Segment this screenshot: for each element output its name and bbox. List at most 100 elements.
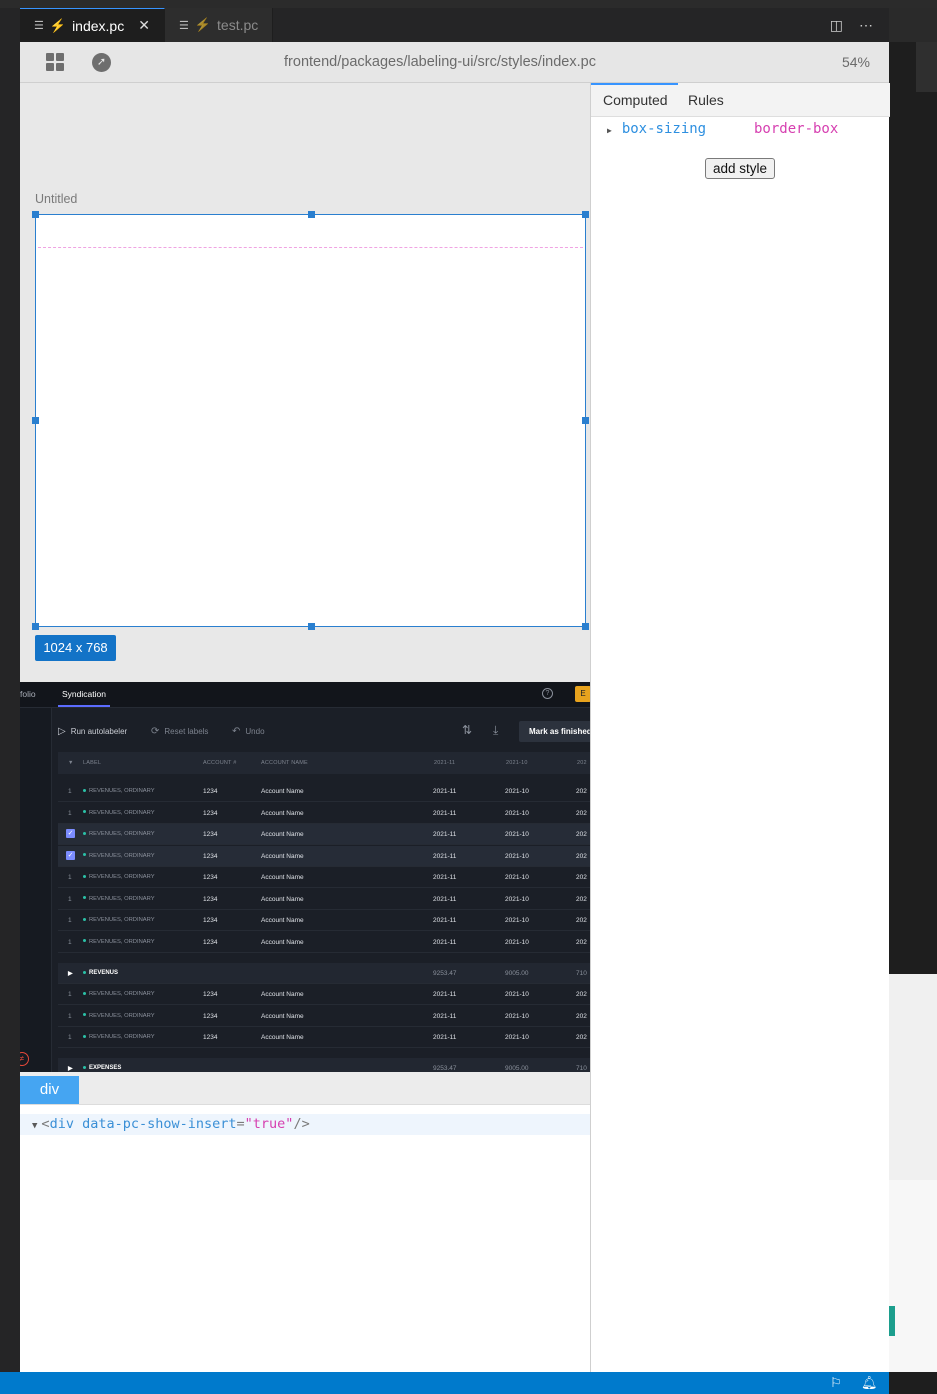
bolt-icon: ⚡ [194, 17, 212, 32]
period-value: 2021-11 [433, 788, 457, 795]
window-top-strip [0, 0, 937, 8]
nav-item-portfolio[interactable]: folio [20, 689, 36, 699]
checkbox-checked-icon[interactable]: ✓ [66, 850, 75, 860]
row-label: REVENUES, ORDINARY [89, 874, 155, 880]
more-actions-icon[interactable]: ⋯ [859, 17, 873, 34]
caret-right-icon[interactable]: ▶ [607, 126, 612, 135]
table-row[interactable]: 1 REVENUES, ORDINARY 1234 Account Name 2021-… [58, 803, 590, 824]
column-header: 2021-11 [434, 760, 456, 766]
expand-icon[interactable]: ▶ [68, 1065, 73, 1072]
resize-handle[interactable] [582, 623, 589, 630]
nav-item-syndication[interactable]: Syndication [62, 689, 106, 699]
table-row[interactable]: 1 REVENUES, ORDINARY 1234 Account Name 2021-… [58, 867, 590, 888]
tab-rules[interactable]: Rules [688, 92, 724, 108]
bell-icon[interactable]: 🔔︎ [861, 1375, 878, 1391]
split-editor-icon[interactable]: ◫ [830, 17, 843, 34]
preview-sidebar [20, 708, 52, 1072]
sort-icon[interactable]: ⇅ [462, 723, 472, 737]
column-header: ACCOUNT NAME [261, 760, 308, 766]
run-autolabeler-button[interactable]: ▷ Run autolabeler [58, 726, 127, 737]
avatar[interactable]: E [575, 686, 590, 702]
table-row[interactable]: ✓ REVENUES, ORDINARY 1234 Account Name 2021-… [58, 824, 590, 845]
account-name: Account Name [261, 991, 304, 998]
resize-handle[interactable] [32, 211, 39, 218]
checkbox-checked-icon[interactable]: ✓ [66, 829, 75, 838]
feedback-icon[interactable]: ⚐ [830, 1375, 842, 1391]
zoom-level[interactable]: 54% [810, 42, 870, 83]
period-value: 2021-10 [505, 788, 529, 795]
row-label: REVENUES, ORDINARY [89, 1012, 155, 1019]
account-name: Account Name [261, 852, 304, 860]
table-row[interactable]: 1 REVENUES, ORDINARY 1234 Account Name 2021-… [58, 889, 590, 910]
period-value: 2021-10 [505, 1034, 529, 1041]
resize-handle[interactable] [308, 623, 315, 630]
account-number: 1234 [203, 874, 218, 881]
period-value: 2021-10 [505, 938, 529, 946]
caret-down-icon[interactable]: ▼ [32, 1121, 37, 1131]
resize-handle[interactable] [308, 211, 315, 218]
column-header: LABEL [83, 760, 102, 766]
table-group-row[interactable]: ▶ EXPENSES 9253.47 9005.00 710 [58, 1058, 590, 1072]
period-value: 2021-11 [433, 809, 457, 817]
design-canvas[interactable]: Untitled 1024 x 768 [20, 83, 590, 682]
table-row[interactable]: 1 REVENUES, ORDINARY 1234 Account Name 2021-… [58, 910, 590, 931]
period-value: 2021-11 [433, 831, 457, 838]
account-name: Account Name [261, 895, 304, 903]
row-number: 1 [68, 809, 72, 817]
help-icon[interactable]: ? [542, 688, 553, 699]
computed-property-row[interactable]: ▶ box-sizing border-box [607, 121, 838, 137]
row-label: REVENUES, ORDINARY [89, 809, 155, 816]
account-number: 1234 [203, 809, 218, 817]
status-bar: ⚐ 🔔︎ [0, 1372, 889, 1394]
table-row[interactable]: 1 REVENUES, ORDINARY 1234 Account Name 2021-… [58, 1027, 590, 1048]
undo-button[interactable]: ↶ Undo [232, 726, 265, 737]
period-value: 202 [576, 831, 587, 838]
period-value: 2021-10 [505, 852, 529, 860]
designer-toolbar: ➚ frontend/packages/labeling-ui/src/styl… [20, 42, 889, 83]
column-header: 2021-10 [506, 760, 528, 766]
download-icon[interactable]: ⤓ [493, 723, 498, 738]
tab-test-pc[interactable]: ☰ ⚡ test.pc [164, 8, 274, 42]
artboard-frame[interactable] [32, 211, 589, 630]
add-style-button[interactable]: add style [705, 158, 775, 179]
compass-icon[interactable]: ➚ [92, 53, 111, 72]
tab-index-pc[interactable]: ☰ ⚡ index.pc ✕ [20, 8, 165, 42]
table-row[interactable]: 1 REVENUES, ORDINARY 1234 Account Name 2021-… [58, 984, 590, 1005]
tab-computed[interactable]: Computed [603, 92, 668, 108]
resize-handle[interactable] [582, 211, 589, 218]
attribute-value: "true" [244, 1116, 294, 1132]
close-icon[interactable]: ✕ [138, 17, 150, 34]
frame-title[interactable]: Untitled [35, 192, 77, 206]
column-header: 202 [577, 760, 587, 766]
resize-handle[interactable] [32, 623, 39, 630]
table-group-row[interactable]: ▶ REVENUS 9253.47 9005.00 710 [58, 963, 590, 984]
table-row[interactable]: ✓ REVENUES, ORDINARY 1234 Account Name 2021-… [58, 845, 590, 867]
period-value: 2021-10 [505, 874, 529, 881]
row-number: 1 [68, 895, 72, 903]
group-total: 710 [576, 970, 587, 977]
row-number: 1 [68, 1012, 72, 1020]
table-row[interactable]: 1 REVENUES, ORDINARY 1234 Account Name 2021-… [58, 1006, 590, 1027]
resize-handle[interactable] [582, 417, 589, 424]
tab-div[interactable]: div [20, 1076, 79, 1104]
account-number: 1234 [203, 1034, 218, 1041]
collapse-icon[interactable]: ▼ [68, 760, 74, 766]
tab-label: test.pc [217, 17, 259, 33]
grid-icon[interactable] [46, 53, 64, 71]
table-row[interactable]: 1 REVENUES, ORDINARY 1234 Account Name 2021-… [58, 781, 590, 802]
expand-icon[interactable]: ▶ [68, 970, 73, 977]
period-value: 2021-10 [505, 991, 529, 998]
period-value: 2021-11 [433, 938, 457, 946]
layer-tree-node[interactable]: ▼ <div data-pc-show-insert="true"/> [20, 1114, 590, 1135]
attribute-name: data-pc-show-insert [82, 1116, 237, 1132]
tag-name: div [49, 1116, 74, 1132]
editor-tab-bar: ☰ ⚡ index.pc ✕ ☰ ⚡ test.pc ◫ ⋯ [20, 8, 889, 42]
reset-labels-button[interactable]: ⟳ Reset labels [151, 726, 208, 737]
mark-as-finished-button[interactable]: Mark as finished [519, 721, 590, 742]
period-value: 202 [576, 809, 587, 817]
property-name: box-sizing [621, 121, 707, 137]
table-row[interactable]: 1 REVENUES, ORDINARY 1234 Account Name 2021-… [58, 932, 590, 953]
period-value: 2021-11 [433, 1034, 457, 1041]
row-label: REVENUES, ORDINARY [89, 917, 155, 923]
resize-handle[interactable] [32, 417, 39, 424]
